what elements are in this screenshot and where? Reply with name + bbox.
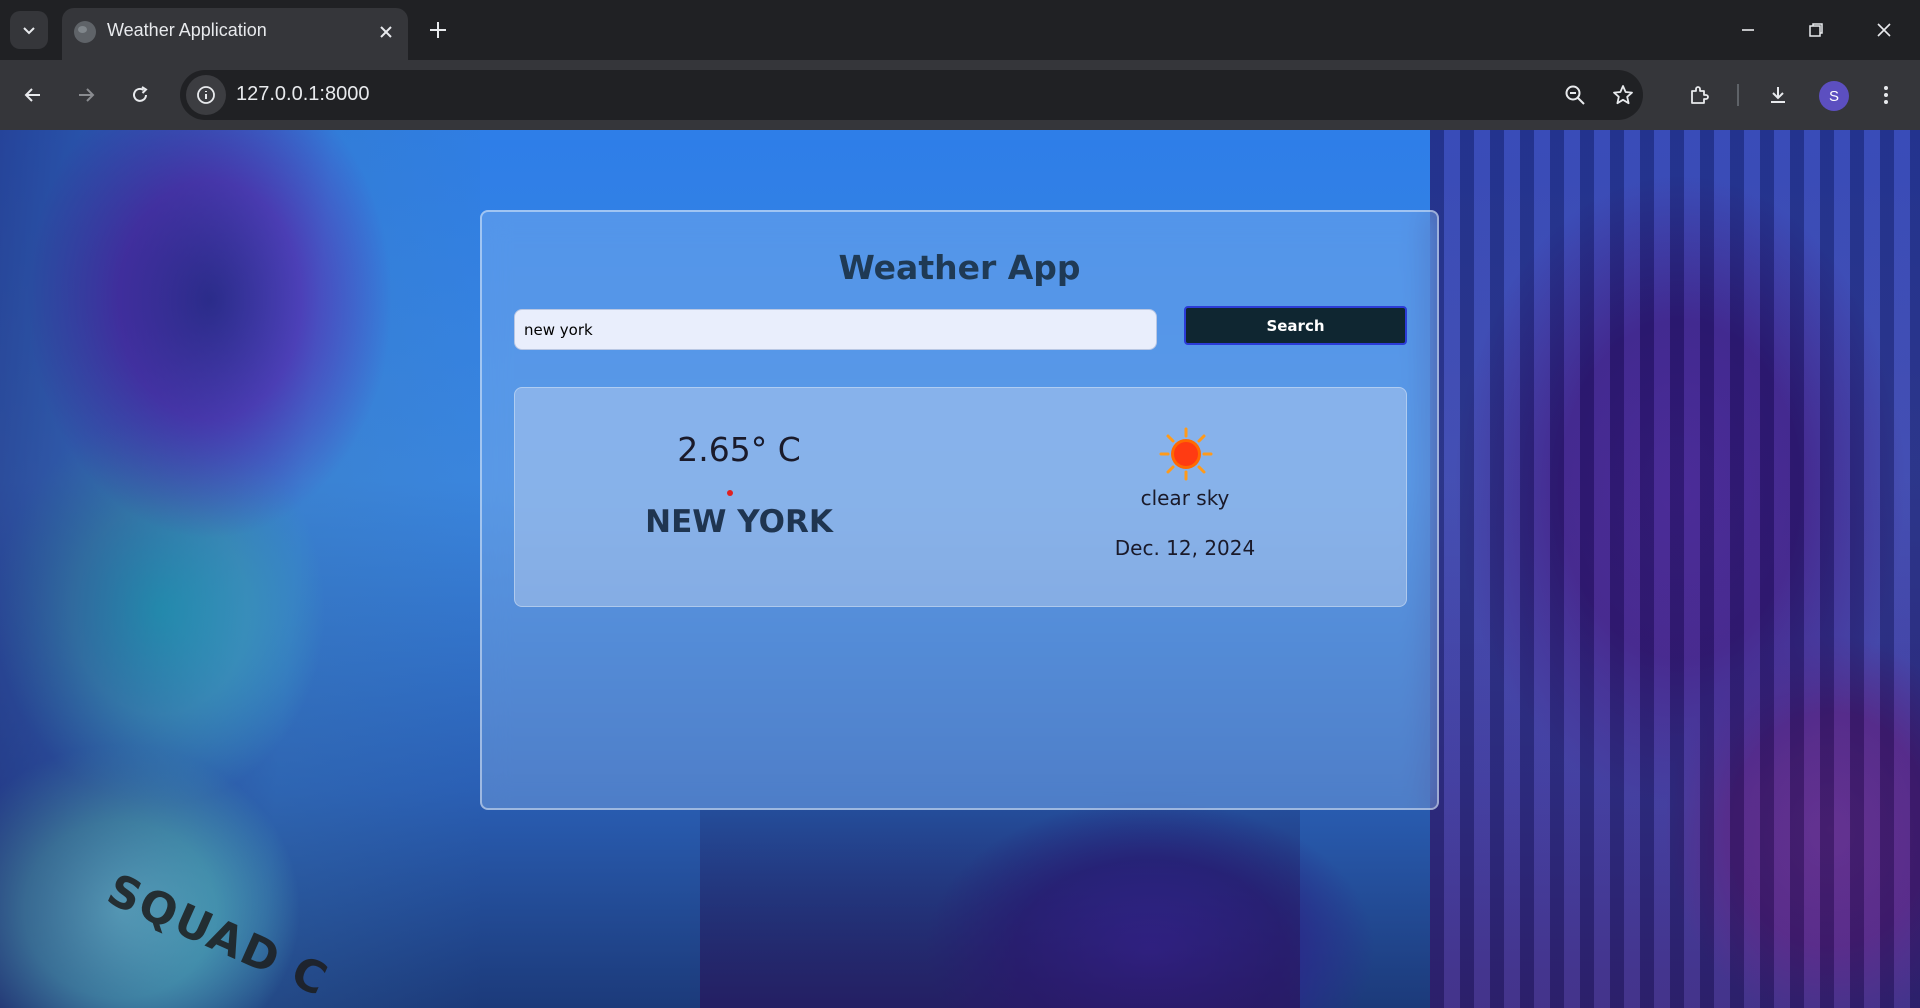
arrow-left-icon (24, 88, 40, 102)
search-button[interactable]: Search (1184, 306, 1407, 345)
browser-tab[interactable]: Weather Application (62, 8, 408, 60)
reload-button[interactable] (120, 75, 160, 115)
address-bar[interactable]: 127.0.0.1:8000 (180, 70, 1643, 120)
profile-avatar[interactable]: S (1819, 81, 1849, 111)
puzzle-icon (1691, 86, 1709, 104)
background-right-building (1430, 130, 1920, 1008)
weather-result-panel: 2.65° C NEW YORK clear sky Dec. 12, 2024 (514, 387, 1407, 607)
city-search-input[interactable] (514, 309, 1157, 350)
site-info-button[interactable] (186, 75, 226, 115)
sun-icon (1159, 427, 1213, 481)
weather-date: Dec. 12, 2024 (1114, 536, 1256, 560)
reload-icon (133, 86, 148, 102)
chevron-down-icon (23, 27, 35, 35)
forward-button[interactable] (66, 75, 106, 115)
browser-toolbar: 127.0.0.1:8000 S (0, 60, 1920, 130)
close-icon (380, 26, 392, 38)
downloads-button[interactable] (1760, 77, 1796, 113)
plus-icon (430, 22, 446, 38)
arrow-right-icon (79, 88, 95, 102)
minimize-button[interactable] (1724, 8, 1772, 52)
app-title: Weather App (838, 248, 1081, 287)
star-icon (1613, 85, 1633, 105)
extensions-button[interactable] (1681, 77, 1717, 113)
url-text[interactable]: 127.0.0.1:8000 (236, 83, 369, 106)
background-left-building (0, 130, 480, 1008)
page-viewport: SQUAD C Weather App Search 2.65° C NEW Y… (0, 130, 1920, 1008)
zoom-out-icon (1565, 85, 1585, 105)
minimize-icon (1742, 29, 1754, 31)
close-tab-button[interactable] (374, 20, 398, 44)
bookmark-button[interactable] (1608, 80, 1638, 110)
tab-title: Weather Application (107, 20, 267, 40)
info-icon (197, 86, 215, 104)
new-tab-button[interactable] (420, 12, 456, 48)
more-vertical-icon (1884, 86, 1888, 104)
city-name: NEW YORK (645, 504, 833, 540)
close-window-button[interactable] (1860, 8, 1908, 52)
restore-button[interactable] (1792, 8, 1840, 52)
background-billboards (700, 810, 1300, 1008)
browser-titlebar: Weather Application (0, 0, 1920, 60)
close-icon (1877, 23, 1891, 37)
toolbar-divider (1737, 84, 1739, 106)
tab-search-button[interactable] (10, 11, 48, 49)
back-button[interactable] (13, 75, 53, 115)
browser-menu-button[interactable] (1868, 77, 1904, 113)
restore-icon (1809, 23, 1823, 37)
globe-icon (74, 21, 96, 43)
indicator-dot (727, 490, 733, 496)
weather-app-card: Weather App Search 2.65° C NEW YORK (480, 210, 1439, 810)
download-icon (1771, 87, 1785, 103)
temperature-value: 2.65° C (677, 430, 801, 469)
weather-condition: clear sky (1140, 486, 1230, 510)
zoom-button[interactable] (1560, 80, 1590, 110)
